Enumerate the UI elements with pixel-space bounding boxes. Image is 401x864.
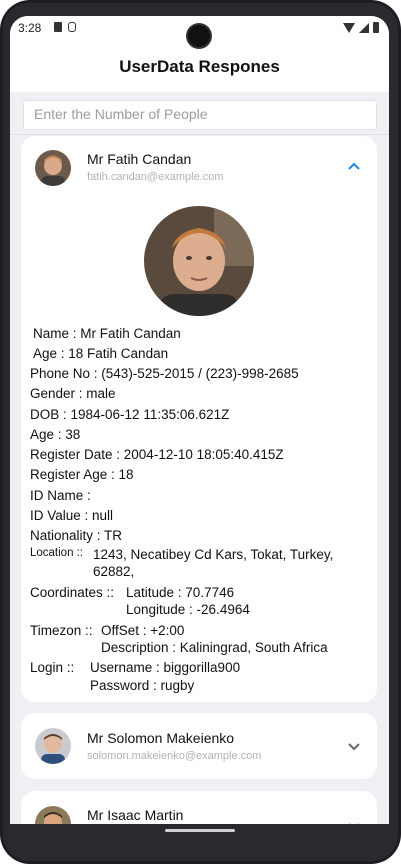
detail-register-date: Register Date : 2004-12-10 18:05:40.415Z <box>30 447 284 462</box>
detail-gender: Gender : male <box>30 386 116 401</box>
status-system-icons <box>343 22 379 33</box>
notification-icon <box>54 22 62 32</box>
detail-name: Name : Mr Fatih Candan <box>33 326 181 341</box>
detail-longitude: Longitude : -26.4964 <box>126 602 250 617</box>
app-bar: UserData Respones <box>10 40 389 92</box>
app-screen: 3:28 UserData Respones Enter the Number … <box>10 16 389 824</box>
avatar-photo <box>35 150 71 186</box>
user-card[interactable]: Mr Solomon Makeienko solomon.makeienko@e… <box>21 713 377 779</box>
chevron-down-icon[interactable] <box>347 819 361 824</box>
detail-description: Description : Kaliningrad, South Africa <box>101 640 328 655</box>
avatar <box>35 150 71 186</box>
status-time: 3:28 <box>18 21 42 35</box>
page-title: UserData Respones <box>119 57 280 76</box>
detail-dob: DOB : 1984-06-12 11:35:06.621Z <box>30 407 230 422</box>
detail-nationality: Nationality : TR <box>30 528 123 543</box>
user-card[interactable]: Mr Isaac Martin <box>21 791 377 824</box>
avatar-photo <box>35 728 71 764</box>
divider <box>10 134 389 135</box>
home-indicator[interactable] <box>165 829 235 832</box>
user-photo-large <box>144 206 254 316</box>
people-count-field[interactable] <box>23 100 377 130</box>
detail-coordinates-label: Coordinates :: <box>30 585 115 600</box>
detail-location-label: Location :: <box>30 547 84 559</box>
user-name: Mr Isaac Martin <box>87 807 184 823</box>
user-name: Mr Solomon Makeienko <box>87 730 235 746</box>
user-photo <box>144 206 254 316</box>
detail-password: Password : rugby <box>90 678 195 693</box>
front-camera <box>188 25 210 47</box>
phone-frame: 3:28 UserData Respones Enter the Number … <box>0 0 401 864</box>
avatar-photo <box>35 806 71 824</box>
detail-phone: Phone No : (543)-525-2015 / (223)-998-26… <box>30 366 299 381</box>
detail-location-line1: 1243, Necatibey Cd Kars, Tokat, Turkey, <box>93 547 334 562</box>
wifi-icon <box>343 22 355 33</box>
status-notification-icons <box>54 22 76 32</box>
detail-timezone-label: Timezon :: <box>30 623 93 638</box>
user-name: Mr Fatih Candan <box>87 151 192 167</box>
app-notification-icon <box>68 22 76 32</box>
chevron-up-icon[interactable] <box>347 160 361 174</box>
people-count-input[interactable] <box>24 101 364 127</box>
detail-age: Age : 38 <box>30 427 81 442</box>
user-email: solomon.makeienko@example.com <box>87 750 262 762</box>
battery-icon <box>373 22 379 33</box>
detail-login-label: Login :: <box>30 660 75 675</box>
detail-latitude: Latitude : 70.7746 <box>126 585 235 600</box>
user-card-expanded[interactable]: Mr Fatih Candan fatih.candan@example.com… <box>21 136 377 702</box>
detail-username: Username : biggorilla900 <box>90 660 241 675</box>
signal-icon <box>359 22 369 33</box>
detail-id-value: ID Value : null <box>30 508 114 523</box>
chevron-down-icon[interactable] <box>347 739 361 753</box>
user-email: fatih.candan@example.com <box>87 171 224 183</box>
detail-offset: OffSet : +2:00 <box>101 623 185 638</box>
detail-location-line2: 62882, <box>93 564 135 579</box>
detail-age-name: Age : 18 Fatih Candan <box>33 346 169 361</box>
avatar <box>35 728 71 764</box>
detail-id-name: ID Name : <box>30 488 91 503</box>
avatar <box>35 806 71 824</box>
detail-register-age: Register Age : 18 <box>30 467 134 482</box>
